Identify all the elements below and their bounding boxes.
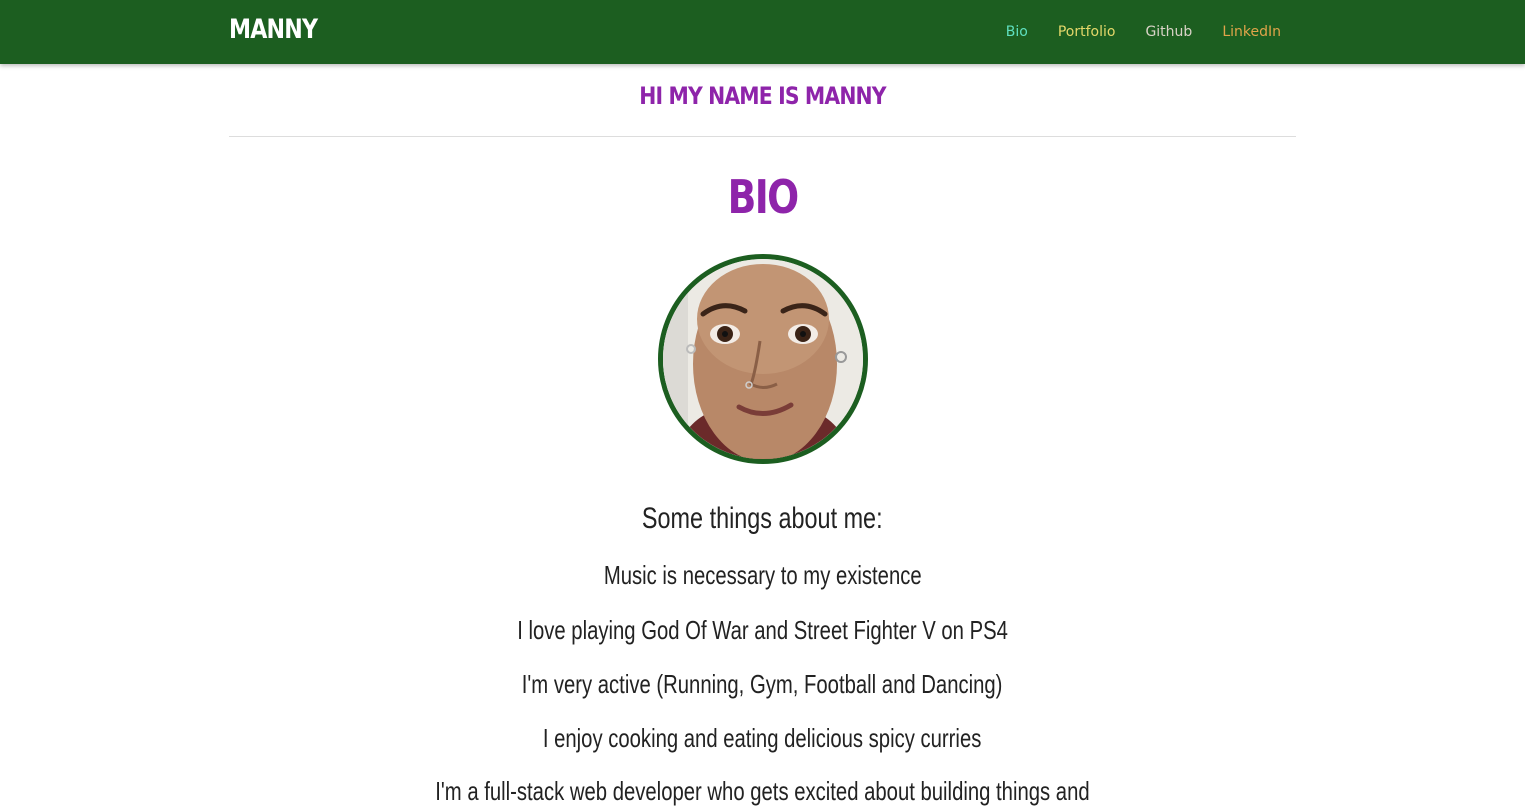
bio-item-text: I enjoy cooking and eating delicious spi…: [543, 723, 982, 753]
bio-item: I'm very active (Running, Gym, Football …: [0, 669, 1525, 700]
bio-title-text: BIO: [727, 170, 800, 224]
bio-item-text: I'm a full-stack web developer who gets …: [435, 776, 1090, 806]
brand-logo[interactable]: MANNY: [229, 14, 318, 45]
bio-item: Music is necessary to my existence: [0, 560, 1525, 591]
nav-links: Bio Portfolio Github LinkedIn: [976, 23, 1281, 41]
bio-title: BIO: [0, 170, 1525, 224]
nav-link-portfolio[interactable]: Portfolio: [1058, 23, 1116, 41]
nav-link-github[interactable]: Github: [1145, 23, 1192, 41]
bio-item: I enjoy cooking and eating delicious spi…: [0, 723, 1525, 754]
bio-intro-text: Some things about me:: [642, 502, 883, 535]
header-divider: [229, 136, 1296, 137]
bio-intro: Some things about me:: [0, 502, 1525, 536]
nav-link-linkedin[interactable]: LinkedIn: [1222, 23, 1281, 41]
bio-item: I'm a full-stack web developer who gets …: [0, 776, 1525, 807]
page-greeting: HI MY NAME IS MANNY: [639, 82, 886, 110]
avatar: [658, 254, 868, 464]
nav-link-bio[interactable]: Bio: [1006, 23, 1028, 41]
profile-photo-icon: [663, 259, 863, 459]
bio-item-text: Music is necessary to my existence: [603, 560, 922, 590]
bio-item: I love playing God Of War and Street Fig…: [0, 615, 1525, 646]
bio-item-text: I'm very active (Running, Gym, Football …: [522, 669, 1003, 699]
navbar: MANNY Bio Portfolio Github LinkedIn: [0, 0, 1525, 64]
bio-item-text: I love playing God Of War and Street Fig…: [517, 615, 1008, 645]
